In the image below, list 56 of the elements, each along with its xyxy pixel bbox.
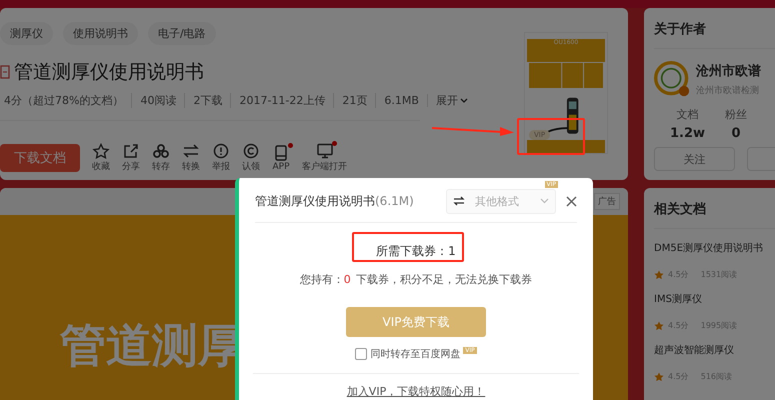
- star-icon: [654, 270, 664, 280]
- meta-text: 21页: [334, 93, 376, 108]
- chevron-down-icon: [540, 198, 549, 204]
- related-document-link[interactable]: 超声波智能测厚仪: [654, 343, 775, 357]
- star-icon: [92, 143, 110, 159]
- author-name[interactable]: 沧州市欧谱: [696, 62, 761, 80]
- meta-text: 40阅读: [132, 93, 186, 108]
- alert-icon: [212, 143, 230, 159]
- annotation-box: [517, 118, 585, 155]
- dialog-title: 管道测厚仪使用说明书(6.1M): [255, 192, 414, 210]
- share-icon: [122, 143, 140, 159]
- document-title: 管道测厚仪使用说明书: [14, 60, 204, 85]
- swap-icon: [182, 143, 200, 159]
- join-vip-link[interactable]: 加入VIP，下载特权随心用！: [346, 384, 486, 399]
- meta-text: 2下载: [185, 93, 232, 108]
- action-button[interactable]: 分享: [122, 143, 140, 173]
- author-logo-icon: [654, 61, 690, 97]
- star-icon: [654, 372, 664, 382]
- action-button[interactable]: 客户端打开: [302, 143, 347, 173]
- related-document-link[interactable]: IMS测厚仪: [654, 292, 775, 306]
- download-button[interactable]: 下载文档: [0, 144, 80, 172]
- chevron-down-icon: [460, 98, 468, 104]
- swap-icon: [453, 196, 465, 206]
- stat-label: 粉丝: [725, 107, 748, 122]
- checkbox-label[interactable]: 同时转存至百度网盘: [370, 347, 460, 361]
- meta-text: 2017-11-22上传: [231, 93, 334, 108]
- action-button[interactable]: 转换: [182, 143, 200, 173]
- required-coupons: 所需下载券：1: [376, 243, 456, 260]
- checkbox[interactable]: [355, 348, 368, 360]
- copyright-icon: [242, 143, 260, 159]
- meta-text: 6.1MB: [376, 94, 428, 107]
- vip-download-button[interactable]: VIP免费下载: [346, 307, 486, 337]
- close-icon[interactable]: [566, 196, 577, 206]
- monitor-icon: [316, 143, 334, 159]
- star-icon: [654, 320, 664, 330]
- expand-link[interactable]: 展开: [428, 93, 468, 108]
- tag[interactable]: 电子/电路: [148, 22, 216, 45]
- action-button[interactable]: 认领: [242, 143, 260, 173]
- tag[interactable]: 使用说明书: [63, 22, 138, 45]
- stat-label: 文档: [676, 107, 699, 122]
- format-dropdown[interactable]: 其他格式: [446, 188, 556, 214]
- section-heading: 关于作者: [654, 20, 775, 49]
- action-button[interactable]: 转存: [152, 143, 170, 173]
- stat-value: 1.2w: [670, 126, 706, 141]
- follow-button[interactable]: 关注: [654, 147, 736, 171]
- ad-label: 广告: [594, 193, 620, 210]
- action-button[interactable]: APP: [272, 144, 290, 172]
- action-button[interactable]: 举报: [212, 143, 230, 173]
- section-heading: 相关文档: [654, 200, 775, 229]
- tag[interactable]: 测厚仪: [0, 22, 53, 45]
- document-icon: [0, 65, 10, 79]
- action-button[interactable]: 收藏: [92, 143, 110, 173]
- related-document-link[interactable]: DM5E测厚仪使用说明书: [654, 241, 775, 255]
- coupon-balance: 您持有：0 下载券，积分不足，无法兑换下载券: [300, 272, 532, 287]
- meta-text: 4分（超过78%的文档）: [0, 93, 132, 108]
- stat-value: 0: [732, 126, 741, 141]
